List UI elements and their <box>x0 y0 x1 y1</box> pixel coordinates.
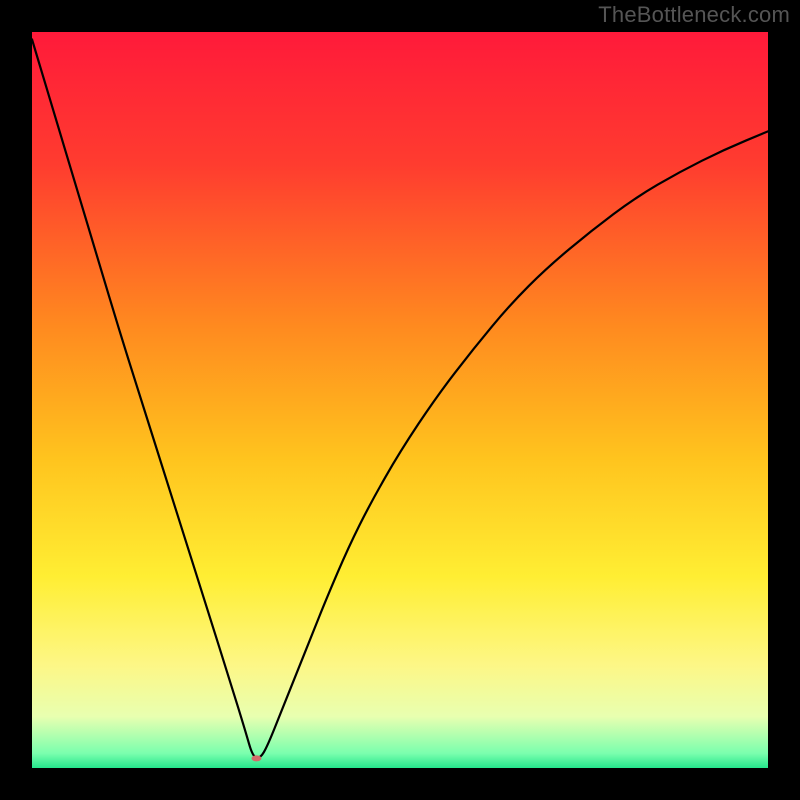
plot-area <box>32 32 768 768</box>
minimum-marker <box>251 755 261 761</box>
chart-frame: TheBottleneck.com <box>0 0 800 800</box>
plot-background <box>32 32 768 768</box>
watermark-text: TheBottleneck.com <box>598 2 790 28</box>
plot-svg <box>32 32 768 768</box>
